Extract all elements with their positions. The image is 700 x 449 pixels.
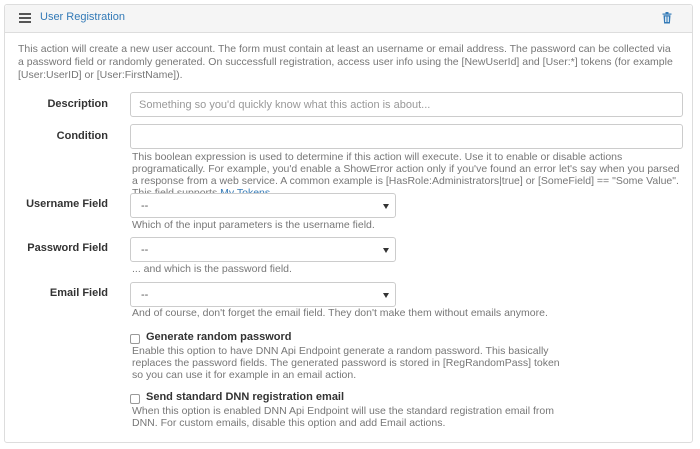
username-field-help: Which of the input parameters is the use… — [132, 219, 375, 231]
send-email-checkbox[interactable] — [130, 394, 140, 404]
send-email-label[interactable]: Send standard DNN registration email — [146, 391, 344, 403]
generate-password-help: Enable this option to have DNN Api Endpo… — [132, 345, 560, 381]
password-field-value: -- — [141, 244, 149, 256]
hamburger-icon[interactable] — [19, 13, 31, 23]
email-field-help: And of course, don't forget the email fi… — [132, 307, 548, 319]
chevron-down-icon — [383, 204, 389, 209]
trash-icon[interactable] — [662, 12, 672, 24]
user-registration-panel: User Registration This action will creat… — [4, 4, 693, 443]
description-input[interactable] — [130, 92, 683, 117]
password-field-help: ... and which is the password field. — [132, 263, 292, 275]
username-field-value: -- — [141, 200, 149, 212]
password-field-select[interactable]: -- — [130, 237, 396, 262]
condition-input[interactable] — [130, 124, 683, 149]
email-field-value: -- — [141, 289, 149, 301]
send-email-help: When this option is enabled DNN Api Endp… — [132, 405, 554, 429]
chevron-down-icon — [383, 293, 389, 298]
password-field-label: Password Field — [27, 242, 108, 254]
username-field-select[interactable]: -- — [130, 193, 396, 218]
panel-title[interactable]: User Registration — [40, 11, 125, 23]
email-field-select[interactable]: -- — [130, 282, 396, 307]
generate-password-checkbox[interactable] — [130, 334, 140, 344]
intro-text: This action will create a new user accou… — [18, 43, 673, 81]
condition-help: This boolean expression is used to deter… — [132, 151, 684, 199]
generate-password-label[interactable]: Generate random password — [146, 331, 292, 343]
username-field-label: Username Field — [26, 198, 108, 210]
panel-header: User Registration — [5, 5, 692, 33]
chevron-down-icon — [383, 248, 389, 253]
condition-label: Condition — [56, 130, 108, 142]
condition-help-text: This boolean expression is used to deter… — [132, 151, 680, 199]
description-label: Description — [47, 98, 108, 110]
email-field-label: Email Field — [49, 287, 108, 299]
